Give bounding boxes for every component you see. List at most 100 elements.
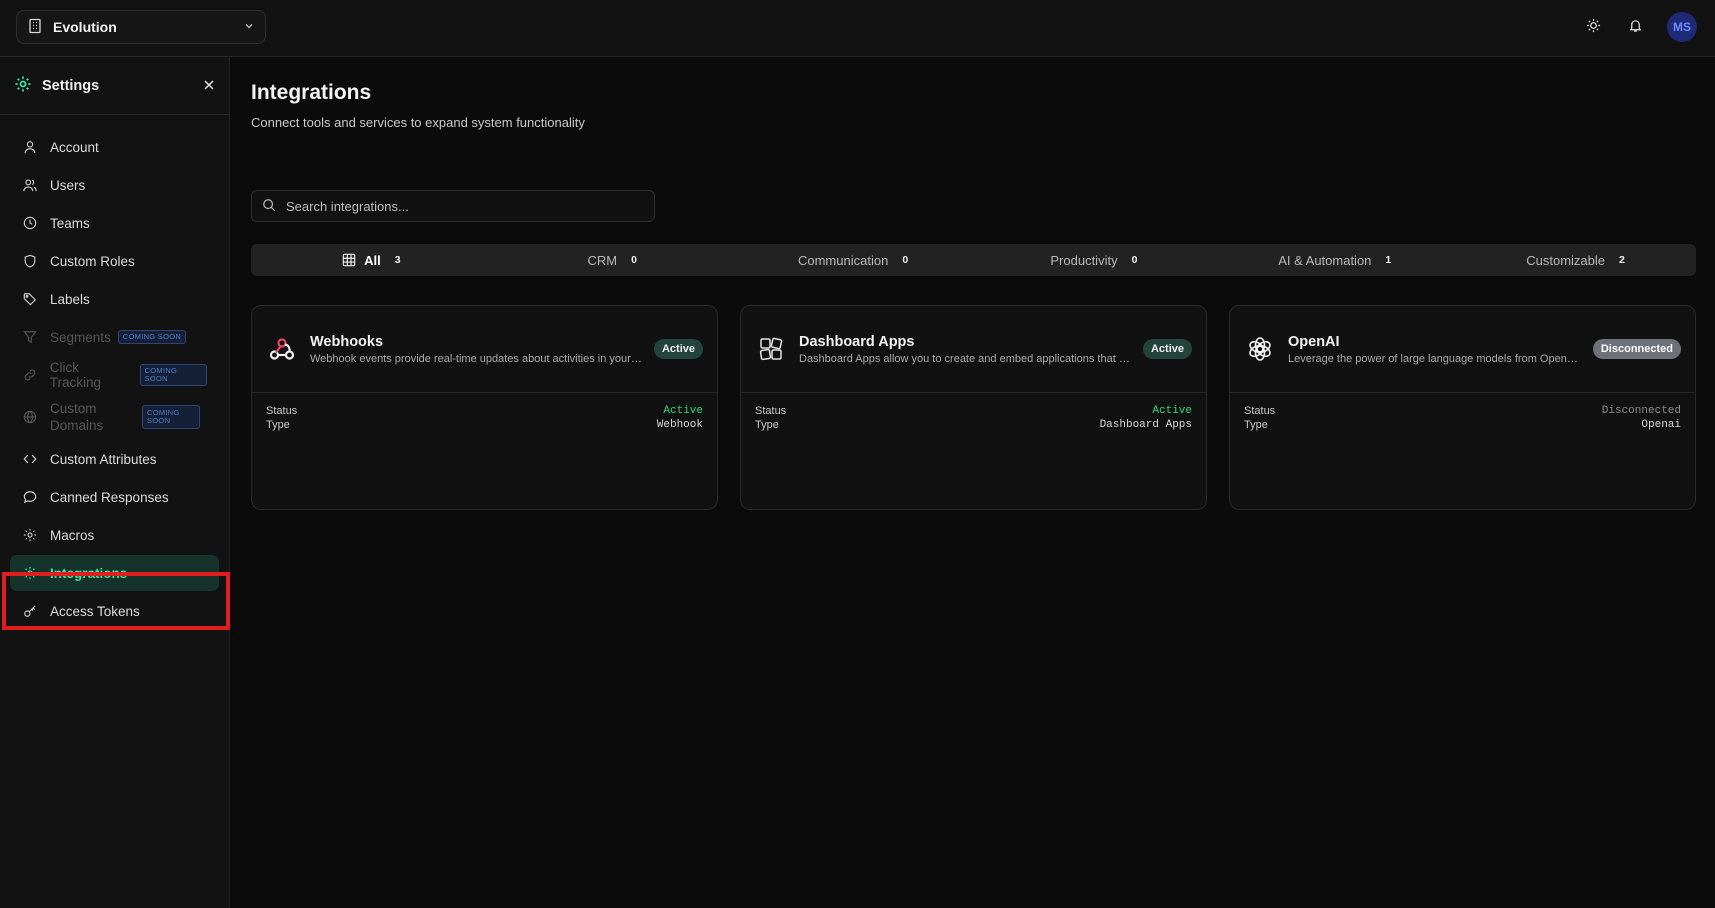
filter-icon [22,329,38,345]
filter-tab-label: Customizable [1526,252,1606,268]
card-description: Webhook events provide real-time updates… [310,352,644,365]
main-content: Integrations Connect tools and services … [251,57,1715,908]
settings-sidebar: Settings Account Users Teams Custom Role… [0,57,230,908]
users-icon [22,177,38,193]
type-value: Dashboard Apps [1099,419,1192,431]
tag-icon [22,291,38,307]
chevron-down-icon [243,19,255,35]
search-box [251,190,655,222]
status-value: Disconnected [1601,405,1681,417]
card-title: OpenAI [1288,333,1340,350]
filter-tab-communication[interactable]: Communication 0 [733,244,974,276]
sidebar-item-click-tracking: Click Tracking COMING SOON [10,357,219,393]
shield-icon [22,253,38,269]
filter-tab-all[interactable]: All 3 [251,244,492,276]
filter-tab-count: 3 [394,254,401,266]
integration-card-dashboard-apps[interactable]: Dashboard Apps Dashboard Apps allow you … [740,305,1207,510]
sidebar-item-label: Canned Responses [50,489,169,505]
filter-tab-label: All [364,252,381,268]
integration-cards: Webhooks Webhook events provide real-tim… [251,305,1696,510]
type-label: Type [755,419,779,431]
sidebar-item-integrations[interactable]: Integrations [10,555,219,591]
dashboard-apps-icon [755,333,787,365]
link-icon [22,367,38,383]
sidebar-header: Settings [0,57,229,115]
building-icon [27,18,43,37]
status-label: Status [266,405,298,417]
type-value: Webhook [656,419,703,431]
status-badge: Disconnected [1592,339,1681,359]
sidebar-item-label: Users [50,177,86,193]
code-icon [22,451,38,467]
globe-icon [22,409,38,425]
page-subtitle: Connect tools and services to expand sys… [251,115,585,130]
notifications-button[interactable] [1621,13,1649,41]
card-title: Webhooks [310,333,384,350]
openai-icon [1244,333,1276,365]
type-label: Type [266,419,290,431]
card-title: Dashboard Apps [799,333,915,350]
org-switcher[interactable]: Evolution [16,10,266,44]
user-icon [22,139,38,155]
sidebar-item-label: Account [50,139,99,155]
filter-tab-count: 0 [1131,254,1138,266]
settings-gear-icon [14,75,32,96]
type-label: Type [1244,419,1268,431]
sidebar-item-label: Integrations [50,565,128,581]
sidebar-item-macros[interactable]: Macros [10,517,219,553]
filter-tab-label: Productivity [1050,252,1118,268]
avatar[interactable]: MS [1667,12,1697,42]
integration-card-webhooks[interactable]: Webhooks Webhook events provide real-tim… [251,305,718,510]
status-value: Active [663,405,703,417]
sidebar-item-label: Custom Attributes [50,451,157,467]
page-title: Integrations [251,81,372,104]
filter-tab-productivity[interactable]: Productivity 0 [973,244,1214,276]
sidebar-item-label: Access Tokens [50,603,140,619]
filter-tab-count: 0 [902,254,909,266]
card-description: Dashboard Apps allow you to create and e… [799,352,1133,365]
sidebar-item-custom-roles[interactable]: Custom Roles [10,243,219,279]
sidebar-item-label: Teams [50,215,90,231]
sidebar-item-teams[interactable]: Teams [10,205,219,241]
close-icon[interactable] [203,78,215,94]
integration-card-openai[interactable]: OpenAI Leverage the power of large langu… [1229,305,1696,510]
filter-tab-label: Communication [797,252,889,268]
status-label: Status [755,405,787,417]
sun-icon [1586,18,1601,36]
sidebar-item-label: Segments [50,329,111,345]
sidebar-item-users[interactable]: Users [10,167,219,203]
search-icon [262,198,276,215]
sidebar-item-account[interactable]: Account [10,129,219,165]
sidebar-item-labels[interactable]: Labels [10,281,219,317]
sidebar-item-label: Click Tracking [49,360,102,390]
sidebar-item-access-tokens[interactable]: Access Tokens [10,593,219,629]
gear-icon [22,527,38,543]
sidebar-item-custom-attributes[interactable]: Custom Attributes [10,441,219,477]
filter-tab-count: 2 [1619,254,1625,266]
sidebar-item-label: Custom Domains [50,401,104,433]
status-value: Active [1152,405,1192,417]
sidebar-item-custom-domains: Custom Domains COMING SOON [10,395,219,439]
filter-tab-ai-automation[interactable]: AI & Automation 1 [1214,244,1455,276]
status-label: Status [1244,405,1276,417]
theme-toggle-button[interactable] [1579,13,1607,41]
key-icon [22,603,38,619]
settings-nav: Account Users Teams Custom Roles Labels [0,115,229,629]
filter-tab-label: CRM [587,252,618,268]
card-description: Leverage the power of large language mod… [1288,352,1583,365]
type-value: Openai [1641,419,1681,431]
top-bar: Evolution MS [0,0,1715,57]
filter-tab-crm[interactable]: CRM 0 [492,244,733,276]
filter-tab-label: AI & Automation [1278,252,1372,268]
coming-soon-badge: COMING SOON [117,329,187,345]
message-icon [22,489,38,505]
sidebar-item-segments: Segments COMING SOON [10,319,219,355]
sidebar-item-canned-responses[interactable]: Canned Responses [10,479,219,515]
sidebar-item-label: Custom Roles [50,253,135,269]
grid-icon [342,253,356,267]
search-input[interactable] [286,198,644,214]
webhook-icon [266,333,298,365]
sidebar-item-label: Labels [50,291,90,307]
filter-tab-customizable[interactable]: Customizable 2 [1455,244,1696,276]
gear-icon [22,565,38,581]
